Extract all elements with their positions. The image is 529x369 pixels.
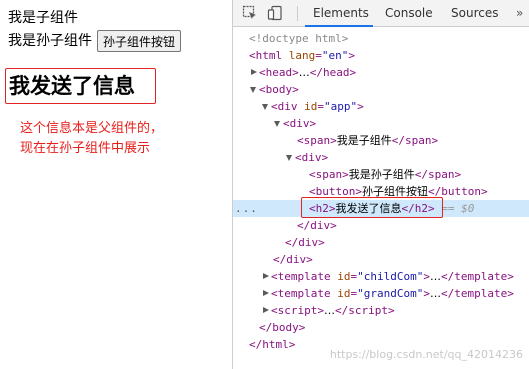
watermark: https://blog.csdn.net/qq_42014236 [329, 348, 523, 361]
dom-node-template-childcom[interactable]: <template id="childCom">…</template> [233, 268, 529, 285]
expand-arrow-icon[interactable] [263, 273, 269, 279]
annotation-note-line1: 这个信息本是父组件的， [20, 121, 164, 136]
annotation-note: 这个信息本是父组件的， 现在在孙子组件中展示 [20, 119, 163, 159]
device-toolbar-icon[interactable] [267, 5, 283, 21]
active-tab-indicator [305, 25, 373, 27]
toolbar-divider [297, 6, 298, 21]
dom-node-head[interactable]: <head>…</head> [233, 64, 529, 81]
child-component-text: 我是子组件 [8, 10, 78, 26]
grandchild-component-button[interactable]: 孙子组件按钮 [97, 30, 182, 52]
dom-node-doctype[interactable]: <!doctype html> [233, 30, 529, 47]
dom-node-span-grandchild[interactable]: <span>我是孙子组件</span> [233, 166, 529, 183]
grandchild-component-row: 我是孙子组件 孙子组件按钮 [8, 30, 182, 52]
expand-arrow-icon[interactable] [251, 69, 257, 75]
collapse-arrow-icon[interactable] [274, 121, 280, 127]
collapse-arrow-icon[interactable] [250, 87, 256, 93]
dom-node-body[interactable]: <body> [233, 81, 529, 98]
tab-sources[interactable]: Sources [451, 0, 498, 27]
dom-node-body-close[interactable]: </body> [233, 319, 529, 336]
dom-node-span-child[interactable]: <span>我是子组件</span> [233, 132, 529, 149]
inspect-element-icon[interactable] [242, 5, 258, 21]
tab-elements[interactable]: Elements [313, 0, 369, 27]
node-actions-icon[interactable]: ... [235, 200, 258, 217]
dom-node-div-grandchild[interactable]: <div> [233, 149, 529, 166]
dom-node-div-close[interactable]: </div> [233, 234, 529, 251]
expand-arrow-icon[interactable] [263, 290, 269, 296]
dom-node-html[interactable]: <html lang="en"> [233, 47, 529, 64]
message-heading: 我发送了信息 [9, 74, 135, 98]
dom-node-div-close[interactable]: </div> [233, 217, 529, 234]
dom-node-template-grandcom[interactable]: <template id="grandCom">…</template> [233, 285, 529, 302]
more-tabs-icon[interactable]: » [516, 0, 523, 27]
tab-console[interactable]: Console [385, 0, 433, 27]
h2-highlight-box [301, 197, 443, 218]
devtools-panel: Elements Console Sources » <!doctype htm… [232, 0, 529, 369]
expand-arrow-icon[interactable] [263, 307, 269, 313]
collapse-arrow-icon[interactable] [286, 155, 292, 161]
annotation-note-line2: 现在在孙子组件中展示 [20, 141, 151, 156]
devtools-toolbar: Elements Console Sources » [233, 0, 529, 27]
collapse-arrow-icon[interactable] [262, 104, 268, 110]
dom-node-div-child[interactable]: <div> [233, 115, 529, 132]
dom-node-div-app[interactable]: <div id="app"> [233, 98, 529, 115]
dom-node-script[interactable]: <script>…</script> [233, 302, 529, 319]
grandchild-component-text: 我是孙子组件 [8, 33, 92, 49]
rendered-page: 我是子组件 我是孙子组件 孙子组件按钮 我发送了信息 这个信息本是父组件的， 现… [0, 0, 232, 369]
dom-node-div-close[interactable]: </div> [233, 251, 529, 268]
